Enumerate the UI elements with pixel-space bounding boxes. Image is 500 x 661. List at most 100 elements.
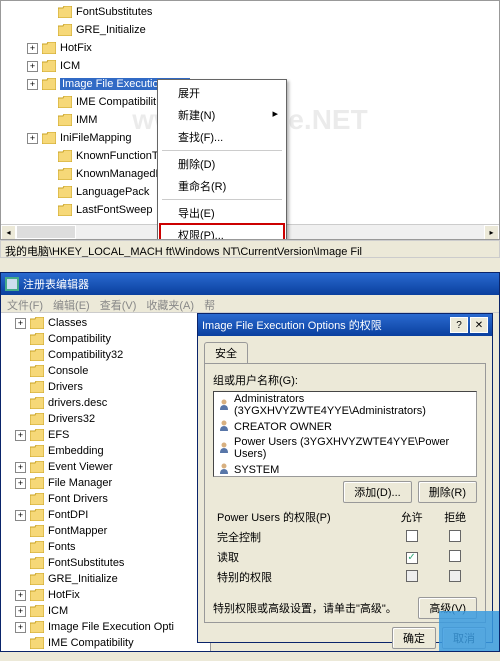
tree-label: FontMapper: [48, 525, 107, 537]
tree-item[interactable]: + Event Viewer: [5, 459, 206, 475]
folder-icon: [30, 589, 44, 601]
deny-checkbox[interactable]: [449, 550, 461, 562]
menu-item[interactable]: 查找(F)...: [160, 126, 284, 148]
tree-label: GRE_Initialize: [48, 573, 118, 585]
expand-toggle[interactable]: +: [15, 462, 26, 473]
permissions-table: Power Users 的权限(P) 允许 拒绝 完全控制读取特别的权限: [213, 507, 477, 587]
allow-checkbox[interactable]: [406, 530, 418, 542]
menu[interactable]: 文件(F): [7, 297, 43, 310]
tree-item[interactable]: +Image File Execution Opti: [5, 619, 206, 635]
tree-item[interactable]: Embedding: [5, 443, 206, 459]
tab-security[interactable]: 安全: [204, 342, 248, 363]
app-icon: [5, 277, 19, 291]
perm-name: 完全控制: [213, 527, 390, 547]
expand-toggle[interactable]: +: [27, 133, 38, 144]
allow-checkbox[interactable]: [406, 552, 418, 564]
expand-toggle[interactable]: +: [27, 79, 38, 90]
list-item[interactable]: Power Users (3YGXHVYZWTE4YYE\Power Users…: [214, 435, 476, 461]
folder-icon: [42, 78, 56, 90]
tree-item[interactable]: +HotFix: [5, 39, 495, 57]
scroll-right-button[interactable]: ▸: [484, 225, 499, 240]
deny-checkbox[interactable]: [449, 530, 461, 542]
user-icon: [218, 398, 230, 413]
tree-item[interactable]: +File Manager: [5, 475, 206, 491]
tree-label: KnownFunctionTab: [76, 150, 170, 162]
tree-item[interactable]: +ICM: [5, 603, 206, 619]
scroll-left-button[interactable]: ◂: [1, 225, 16, 240]
add-button[interactable]: 添加(D)...: [343, 481, 411, 503]
tree-label: LastFontSweep: [76, 204, 152, 216]
table-row: 完全控制: [213, 527, 477, 547]
tree-item[interactable]: +ICM: [5, 57, 495, 75]
tree-item[interactable]: Drivers: [5, 379, 206, 395]
folder-icon: [58, 6, 72, 18]
expand-toggle[interactable]: +: [27, 61, 38, 72]
menu-item[interactable]: 新建(N): [160, 104, 284, 126]
folder-icon: [30, 461, 44, 473]
list-item[interactable]: Administrators (3YGXHVYZWTE4YYE\Administ…: [214, 392, 476, 418]
tree-item[interactable]: GRE_Initialize: [5, 21, 495, 39]
expand-toggle[interactable]: +: [15, 510, 26, 521]
dialog-title-bar[interactable]: Image File Execution Options 的权限 ? ✕: [198, 314, 492, 336]
folder-icon: [30, 477, 44, 489]
remove-button[interactable]: 删除(R): [418, 481, 477, 503]
menu-item[interactable]: 权限(P)...: [160, 224, 284, 240]
tree-item[interactable]: Compatibility32: [5, 347, 206, 363]
menu-item[interactable]: 重命名(R): [160, 175, 284, 197]
menu-item[interactable]: 删除(D): [160, 153, 284, 175]
tree-item[interactable]: FontSubstitutes: [5, 555, 206, 571]
tree-item[interactable]: Compatibility: [5, 331, 206, 347]
menu-item[interactable]: 导出(E): [160, 202, 284, 224]
tree-item[interactable]: Drivers32: [5, 411, 206, 427]
user-list[interactable]: Administrators (3YGXHVYZWTE4YYE\Administ…: [213, 391, 477, 477]
folder-icon: [30, 317, 44, 329]
menu[interactable]: 查看(V): [100, 297, 137, 310]
tree-item[interactable]: Console: [5, 363, 206, 379]
tree-item[interactable]: Fonts: [5, 539, 206, 555]
list-item[interactable]: SYSTEM: [214, 461, 476, 477]
perm-name: 读取: [213, 547, 390, 567]
help-button[interactable]: ?: [450, 317, 468, 333]
folder-icon: [30, 541, 44, 553]
tree-item[interactable]: FontMapper: [5, 523, 206, 539]
folder-icon: [30, 605, 44, 617]
expand-toggle[interactable]: +: [15, 622, 26, 633]
tree-item[interactable]: Font Drivers: [5, 491, 206, 507]
title-bar[interactable]: 注册表编辑器: [1, 273, 499, 295]
menu-item[interactable]: 展开: [160, 82, 284, 104]
scroll-thumb[interactable]: [16, 225, 76, 239]
tree-label: IMM: [76, 114, 97, 126]
expand-toggle[interactable]: +: [15, 606, 26, 617]
expand-toggle[interactable]: +: [15, 318, 26, 329]
tree-item[interactable]: +Classes: [5, 315, 206, 331]
tree-item[interactable]: +FontDPI: [5, 507, 206, 523]
menu[interactable]: 编辑(E): [53, 297, 90, 310]
tree-item[interactable]: +EFS: [5, 427, 206, 443]
tree-label: IniFileMapping: [60, 132, 132, 144]
list-item[interactable]: CREATOR OWNER: [214, 418, 476, 435]
registry-tree-panel: FontSubstitutesGRE_Initialize+HotFix+ICM…: [0, 0, 500, 240]
close-button[interactable]: ✕: [470, 317, 488, 333]
tree-item[interactable]: FontSubstitutes: [5, 3, 495, 21]
tree-item[interactable]: drivers.desc: [5, 395, 206, 411]
tree-item[interactable]: IME Compatibility: [5, 635, 206, 651]
group-users-label: 组或用户名称(G):: [213, 372, 477, 388]
folder-icon: [30, 621, 44, 633]
folder-icon: [30, 333, 44, 345]
menu[interactable]: 帮: [204, 297, 215, 310]
expand-toggle[interactable]: +: [15, 478, 26, 489]
folder-icon: [30, 493, 44, 505]
ok-button[interactable]: 确定: [392, 627, 436, 649]
expand-toggle[interactable]: +: [15, 430, 26, 441]
expand-toggle[interactable]: +: [27, 43, 38, 54]
expand-toggle[interactable]: +: [15, 590, 26, 601]
user-icon: [218, 419, 230, 434]
tree-label: Event Viewer: [48, 461, 113, 473]
folder-icon: [42, 132, 56, 144]
tree-item[interactable]: GRE_Initialize: [5, 571, 206, 587]
tree-label: HotFix: [48, 589, 80, 601]
menu[interactable]: 收藏夹(A): [146, 297, 194, 310]
deny-checkbox: [449, 570, 461, 582]
user-name: Administrators (3YGXHVYZWTE4YYE\Administ…: [234, 393, 472, 417]
tree-item[interactable]: + HotFix: [5, 587, 206, 603]
